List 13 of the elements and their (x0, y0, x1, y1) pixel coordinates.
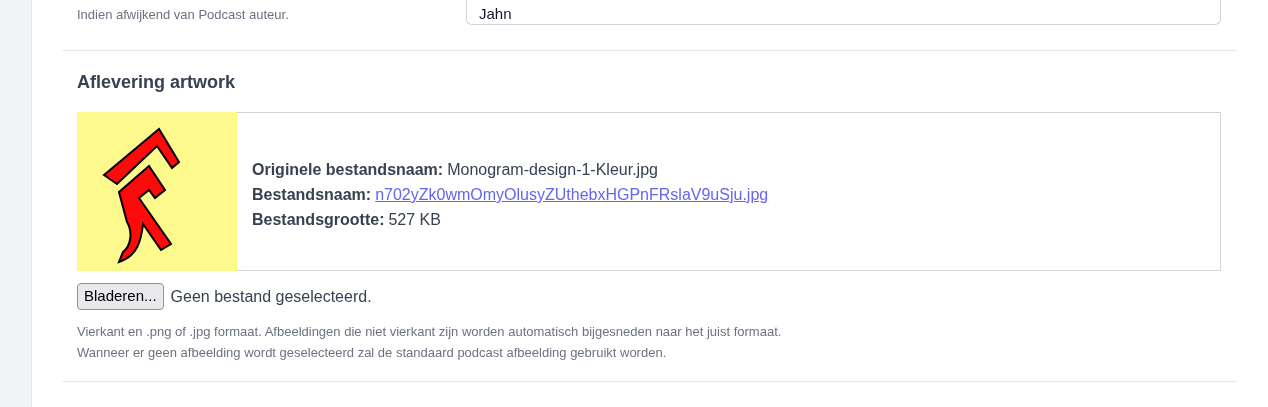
help-text: Vierkant en .png of .jpg formaat. Afbeeldingen die niet vierkant zijn worden automatisch bijgesneden naar het juist formaat. (77, 323, 783, 341)
detail-label: Bestandsnaam: (252, 185, 372, 205)
detail-label: Originele bestandsnaam: (252, 160, 444, 180)
author-input-field[interactable]: Jahn (466, 0, 1221, 25)
help-text: Indien afwijkend van Podcast auteur. (77, 7, 289, 22)
detail-value: 527 KB (388, 210, 441, 230)
file-status: Geen bestand geselecteerd. (170, 286, 372, 307)
section-heading: Aflevering artwork (77, 71, 237, 93)
detail-label: Bestandsgrootte: (252, 210, 385, 230)
detail-value: Monogram-design-1-Kleur.jpg (447, 160, 658, 180)
file-link[interactable]: n702yZk0wmOmyOlusyZUthebxHGPnFRslaV9uSju.jpg (375, 182, 769, 207)
browse-button[interactable]: Bladeren... (77, 283, 164, 310)
help-text: Wanneer er geen afbeelding wordt geselecteerd zal de standaard podcast afbeelding gebruikt worden. (77, 344, 668, 362)
